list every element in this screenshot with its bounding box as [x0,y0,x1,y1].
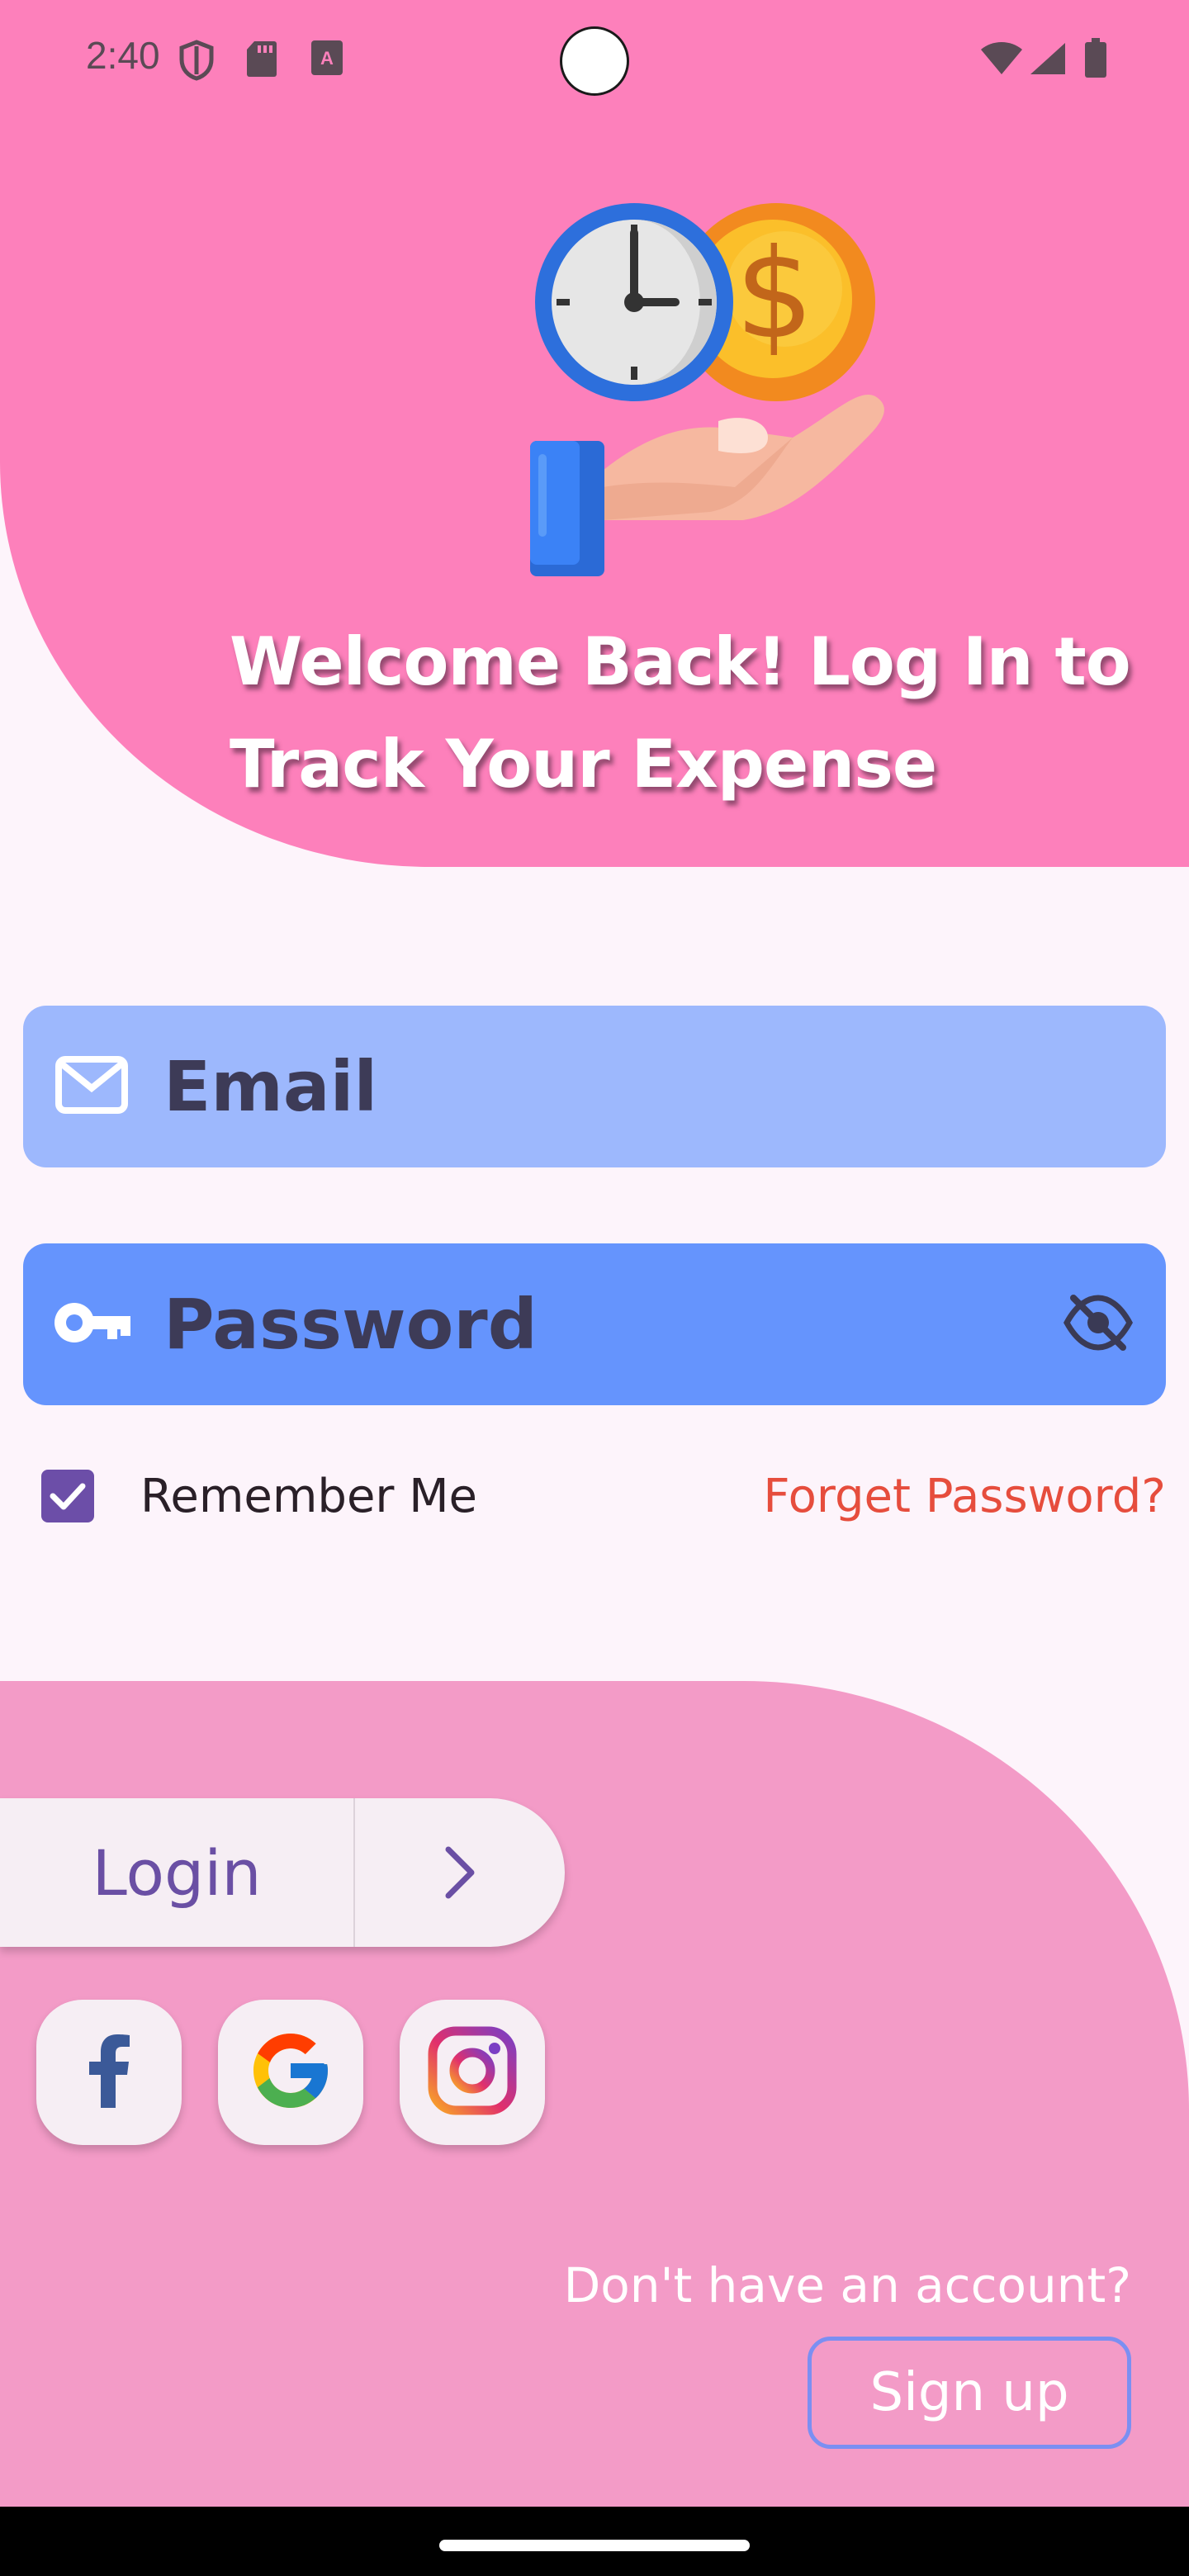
email-field[interactable] [23,1006,1166,1167]
forgot-password-link[interactable]: Forget Password? [763,1470,1166,1523]
instagram-icon [428,2026,517,2119]
svg-text:$: $ [735,223,813,367]
facebook-login-button[interactable] [36,2000,182,2145]
clock-icon [535,203,733,401]
hand-icon [530,395,884,576]
login-screen: 2:40 A $ Welcome Back! Log In to Track Y… [0,0,1189,2576]
remember-me-label: Remember Me [140,1470,477,1523]
remember-me-checkbox[interactable] [41,1470,94,1522]
svg-text:A: A [320,48,334,69]
navigation-bar [0,2507,1189,2576]
password-field[interactable] [23,1243,1166,1405]
signal-icon [1029,41,1067,79]
visibility-off-icon[interactable] [1063,1293,1133,1356]
status-bar: 2:40 A [0,0,1189,116]
email-input[interactable] [163,1006,989,1167]
google-login-button[interactable] [218,2000,363,2145]
password-input[interactable] [163,1243,989,1405]
page-title: Welcome Back! Log In to Track Your Expen… [230,623,1131,803]
text-a-icon: A [310,40,343,79]
home-gesture-handle[interactable] [439,2540,750,2551]
hero-illustration: $ [520,190,900,586]
battery-icon [1085,38,1106,81]
sd-card-icon [246,40,277,81]
wifi-icon [979,41,1024,79]
facebook-icon [84,2034,134,2111]
envelope-icon [54,1055,129,1118]
no-account-text: Don't have an account? [563,2257,1131,2313]
status-time: 2:40 [86,34,160,77]
key-icon [53,1300,132,1349]
remember-row: Remember Me Forget Password? [41,1466,1172,1532]
google-icon [246,2026,335,2119]
front-camera [560,26,629,96]
chevron-right-icon [355,1798,565,1947]
login-label: Login [0,1798,355,1947]
instagram-login-button[interactable] [400,2000,545,2145]
login-button[interactable]: Login [0,1798,565,1947]
shield-icon [178,40,215,84]
signup-button[interactable]: Sign up [808,2337,1131,2449]
